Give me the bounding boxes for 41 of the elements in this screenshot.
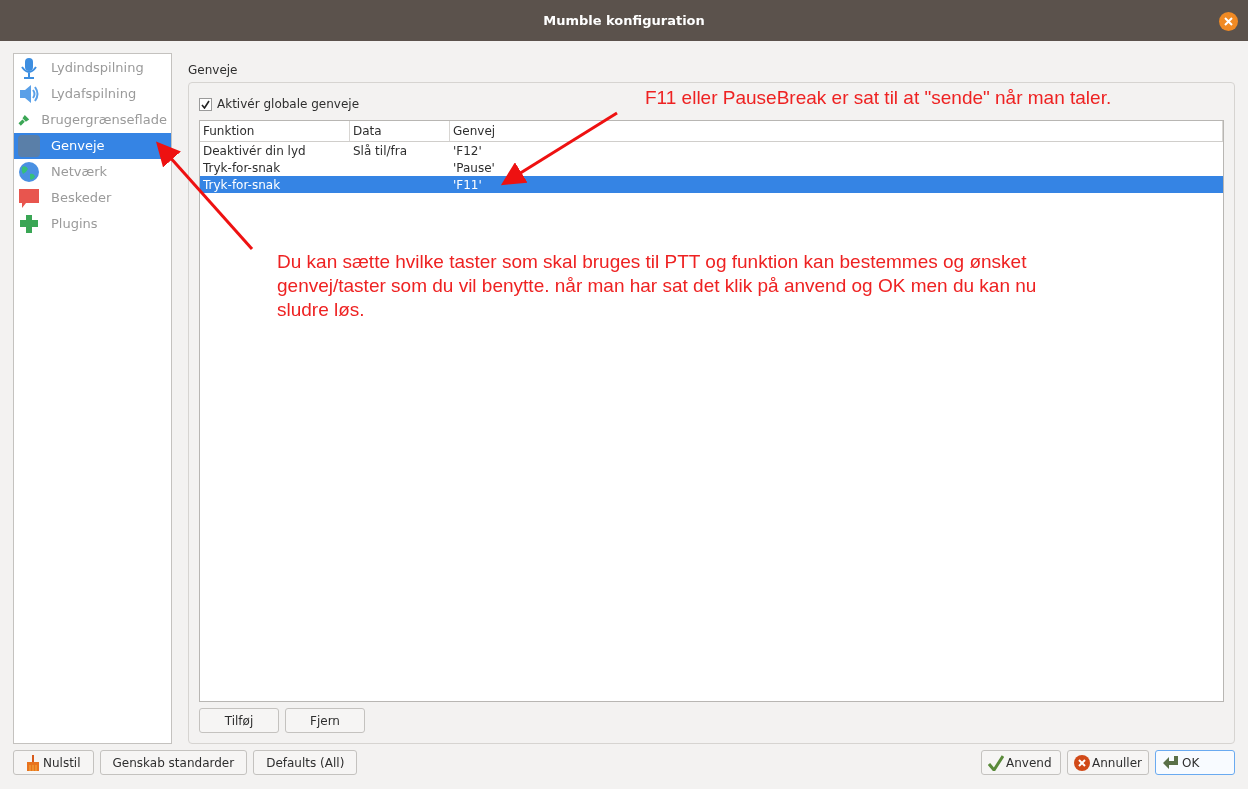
cancel-icon <box>1074 754 1090 771</box>
close-button[interactable] <box>1219 12 1238 31</box>
puzzle-piece-icon <box>18 213 40 235</box>
footer-button[interactable]: Defaults (All) <box>253 750 358 775</box>
table-action-button[interactable]: Tilføj <box>199 708 279 733</box>
footer-button[interactable]: OK <box>1155 750 1235 775</box>
global-shortcuts-checkbox[interactable]: Aktivér globale genveje <box>199 95 360 113</box>
table-row[interactable]: Tryk-for-snak 'F11' <box>200 176 1223 193</box>
table-cell-text: Tryk-for-snak <box>203 176 281 194</box>
checkmark-icon <box>988 754 1004 771</box>
microphone-icon <box>18 57 40 79</box>
footer-button[interactable]: Anvend <box>981 750 1061 775</box>
footer-button[interactable]: Annuller <box>1067 750 1149 775</box>
checkmark-icon <box>201 99 210 109</box>
checkbox[interactable] <box>199 97 212 111</box>
return-arrow-icon <box>1162 754 1180 771</box>
table-cell-text: Slå til/fra <box>353 142 408 160</box>
globe-icon <box>18 161 40 183</box>
column-header[interactable]: Genvej <box>450 121 1223 141</box>
table-row[interactable]: Tryk-for-snak 'Pause' <box>200 159 1223 176</box>
section-title: Genveje <box>188 62 239 79</box>
speaker-icon <box>18 83 40 105</box>
footer-button[interactable]: Nulstil <box>13 750 94 775</box>
sidebar-item[interactable]: Genveje <box>14 133 171 159</box>
table-cell-text: 'Pause' <box>453 159 495 177</box>
brush-icon <box>26 754 40 771</box>
annotation-paragraph: Du kan sætte hvilke taster som skal bruges til PTT og funktion kan bestemmes og ønsket genvej/taster som du vil benytte. når man har sat det klik på anvend og OK men du kan nu sludre løs. <box>277 250 1037 322</box>
footer-button[interactable]: Genskab standarder <box>99 750 248 775</box>
close-icon <box>1224 17 1233 26</box>
column-header[interactable]: Funktion <box>200 121 350 141</box>
letter-key-icon <box>18 135 40 157</box>
table-cell-text: 'F11' <box>453 176 482 194</box>
table-action-button[interactable]: Fjern <box>285 708 365 733</box>
window-title: Mumble konfiguration <box>543 11 705 30</box>
speech-bubble-icon <box>18 187 40 209</box>
table-cell-text: Tryk-for-snak <box>203 159 281 177</box>
column-header[interactable]: Data <box>350 121 450 141</box>
table-row[interactable]: Deaktivér din lyd Slå til/fra 'F12' <box>200 142 1223 159</box>
annotation-text: F11 eller PauseBreak er sat til at "sende" når man taler. <box>645 86 1112 110</box>
table-cell-text: Deaktivér din lyd <box>203 142 306 160</box>
table-cell-text: 'F12' <box>453 142 482 160</box>
